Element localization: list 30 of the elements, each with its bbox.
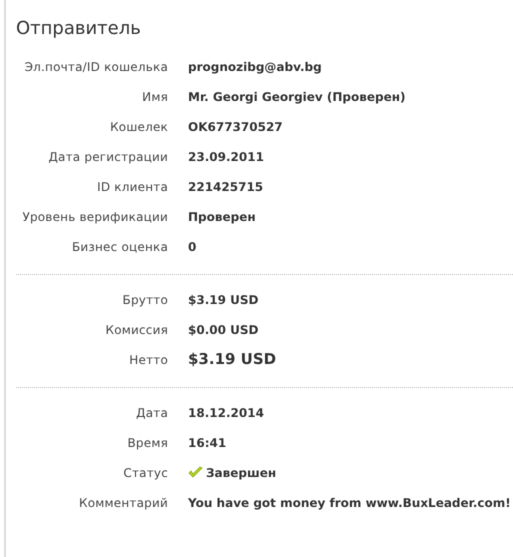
field-value: prognozibg@abv.bg — [188, 58, 322, 76]
field-label: Уровень верификации — [21, 208, 168, 226]
field-label: Брутто — [122, 292, 168, 309]
field-value: Проверен — [188, 208, 256, 226]
field-label: Дата — [135, 404, 168, 422]
field-value: 23.09.2011 — [188, 148, 264, 166]
field-label: Бизнес оценка — [71, 238, 168, 256]
net-amount: $3.19 USD — [188, 349, 276, 370]
field-label: Статус — [122, 464, 168, 482]
field-value: 221425715 — [188, 178, 264, 196]
field-value: Mr. Georgi Georgiev (Проверен) — [188, 88, 406, 106]
field-label: Нетто — [128, 352, 168, 369]
field-value: You have got money from www.BuxLeader.com! — [188, 494, 511, 512]
section-title: Отправитель — [16, 17, 142, 41]
field-value: 16:41 — [188, 434, 226, 452]
field-value: OK677370527 — [188, 118, 283, 136]
field-label: Кошелек — [109, 118, 168, 136]
field-value: $3.19 USD — [188, 292, 258, 309]
field-label: ID клиента — [96, 178, 168, 196]
field-value: $0.00 USD — [188, 322, 258, 339]
status-value: Завершен — [206, 464, 276, 482]
field-label: Эл.почта/ID кошелька — [24, 58, 168, 76]
field-value: 0 — [188, 238, 196, 256]
checkmark-icon — [188, 466, 203, 480]
field-label: Комментарий — [78, 494, 168, 512]
field-label: Комиссия — [104, 322, 168, 339]
field-label: Имя — [141, 88, 168, 106]
field-label: Время — [126, 434, 168, 452]
field-value: 18.12.2014 — [188, 404, 264, 422]
field-label: Дата регистрации — [47, 148, 168, 166]
